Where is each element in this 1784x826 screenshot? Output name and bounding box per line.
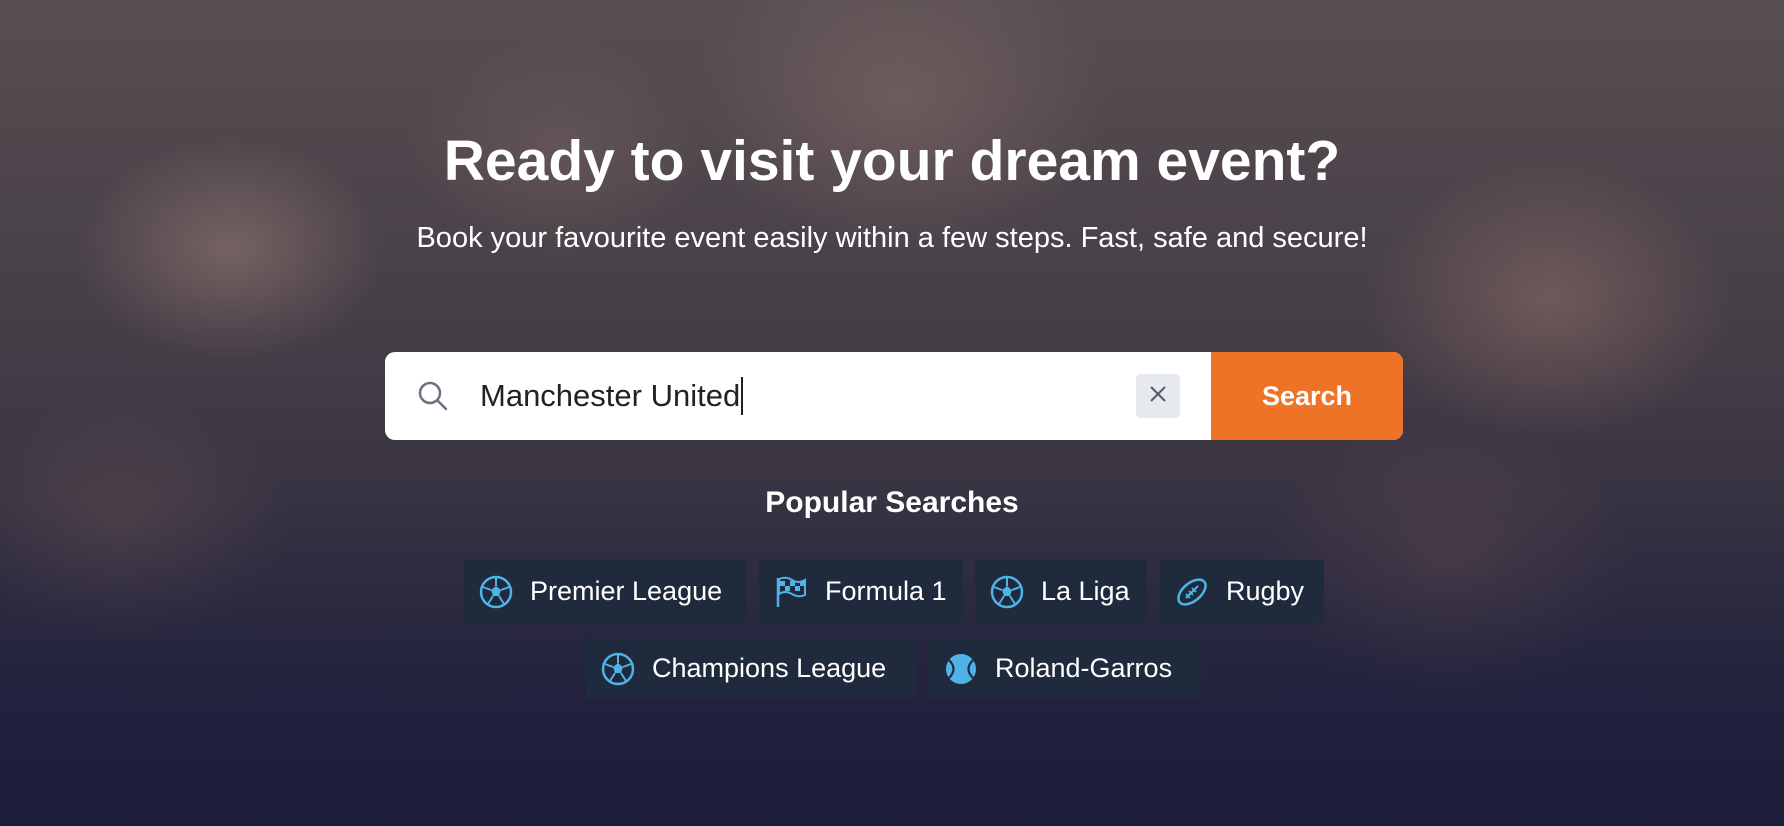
- soccer-ball-icon: [989, 574, 1025, 610]
- soccer-ball-icon: [478, 574, 514, 610]
- hero-headline: Ready to visit your dream event?: [443, 129, 1341, 193]
- popular-search-roland-garros[interactable]: Roland-Garros: [929, 637, 1201, 700]
- popular-search-rugby[interactable]: Rugby: [1160, 560, 1324, 623]
- popular-search-formula-1[interactable]: Formula 1: [759, 560, 963, 623]
- chip-label: La Liga: [1041, 576, 1130, 606]
- hero-subheadline: Book your favourite event easily within …: [416, 222, 1368, 254]
- clear-search-button[interactable]: [1136, 374, 1180, 418]
- popular-searches-title: Popular Searches: [765, 486, 1019, 519]
- close-icon: [1149, 385, 1167, 407]
- text-caret: [741, 377, 744, 415]
- chip-label: Roland-Garros: [995, 653, 1173, 683]
- search-input-value: Manchester United: [480, 378, 741, 413]
- chip-label: Formula 1: [825, 576, 947, 606]
- hero-section: Ready to visit your dream event? Book yo…: [0, 0, 1784, 826]
- checkered-flag-icon: [773, 574, 809, 610]
- search-button[interactable]: Search: [1211, 352, 1403, 440]
- rugby-ball-icon: [1174, 574, 1210, 610]
- tennis-ball-icon: [943, 651, 979, 687]
- chip-label: Champions League: [652, 653, 887, 683]
- popular-search-champions-league[interactable]: Champions League: [586, 637, 916, 700]
- chip-label: Rugby: [1226, 576, 1305, 606]
- chip-label: Premier League: [530, 576, 723, 606]
- soccer-ball-icon: [600, 651, 636, 687]
- popular-search-premier-league[interactable]: Premier League: [464, 560, 746, 623]
- search-bar: Manchester United Search: [385, 352, 1403, 440]
- search-icon: [417, 380, 449, 412]
- popular-search-la-liga[interactable]: La Liga: [975, 560, 1147, 623]
- search-input[interactable]: Manchester United: [480, 352, 1080, 440]
